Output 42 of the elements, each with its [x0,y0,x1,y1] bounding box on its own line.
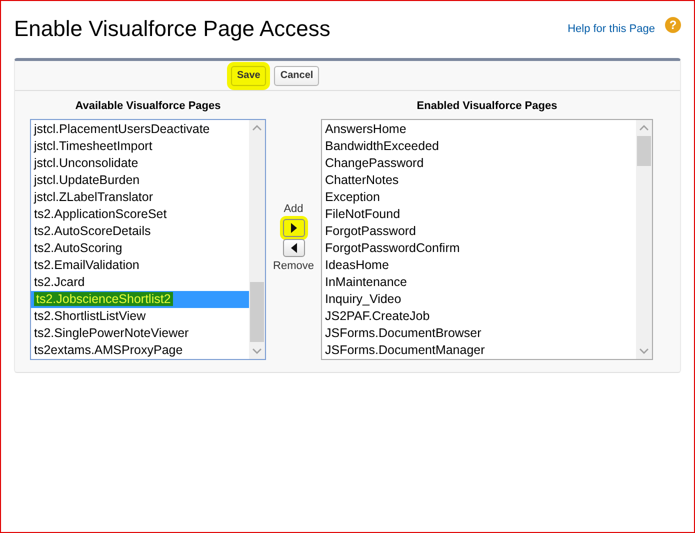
add-label: Add [284,202,304,218]
remove-button[interactable] [282,238,304,257]
list-item[interactable]: ForgotPasswordConfirm [322,240,636,256]
list-item[interactable]: ForgotPassword [322,222,636,240]
list-item[interactable]: ChangePassword [322,154,636,172]
list-item[interactable]: jstcl.TimesheetImport [31,138,249,154]
remove-label: Remove [273,258,314,274]
left-arrow-icon [290,242,296,253]
list-item[interactable]: JSForms.DocumentManager [322,342,636,358]
list-item[interactable]: ts2.JobscienceShortlist2 [31,290,249,308]
list-item[interactable]: ts2.Jcard [31,274,249,290]
list-item[interactable]: ts2.AutoScoring [31,240,249,256]
list-item[interactable]: jstcl.PlacementUsersDeactivate [31,120,249,138]
list-item[interactable]: jstcl.UpdateBurden [31,172,249,188]
scrollbar[interactable] [636,120,652,358]
available-list-label: Available Visualforce Pages [75,99,221,114]
list-item[interactable]: JS2PAF.CreateJob [322,308,636,324]
list-item[interactable]: JSForms.DocumentBrowser [322,324,636,342]
list-item[interactable]: ts2extams.AMSProxyPage [31,342,249,358]
list-item[interactable]: Exception [322,188,636,206]
list-box[interactable] [30,118,266,360]
help-link[interactable]: Help for this Page [568,21,655,58]
list-item[interactable]: ts2.EmailValidation [31,256,249,274]
list-item[interactable]: jstcl.ZLabelTranslator [31,188,249,206]
list-item[interactable]: ts2.ApplicationScoreSet [31,206,249,222]
list-item[interactable]: ChatterNotes [322,172,636,188]
list-item[interactable]: ts2.AutoScoreDetails [31,222,249,240]
list-item[interactable]: ts2.SinglePowerNoteViewer [31,324,249,342]
list-item[interactable]: IdeasHome [322,256,636,274]
cancel-button[interactable]: Cancel [274,66,320,86]
list-item[interactable]: Inquiry_Video [322,290,636,308]
enabled-list-label: Enabled Visualforce Pages [416,99,558,114]
list-item[interactable]: AnswersHome [322,120,636,138]
list-item[interactable]: InMaintenance [322,274,636,290]
list-item[interactable]: FileNotFound [322,206,636,222]
page-title: Enable Visualforce Page Access [14,15,332,43]
list-box[interactable] [321,118,653,360]
right-arrow-icon [290,222,296,233]
scrollbar[interactable] [249,120,265,358]
list-item[interactable]: jstcl.Unconsolidate [31,154,249,172]
list-item[interactable]: BandwidthExceeded [322,138,636,154]
list-item[interactable]: ts2.ShortlistListView [31,308,249,324]
